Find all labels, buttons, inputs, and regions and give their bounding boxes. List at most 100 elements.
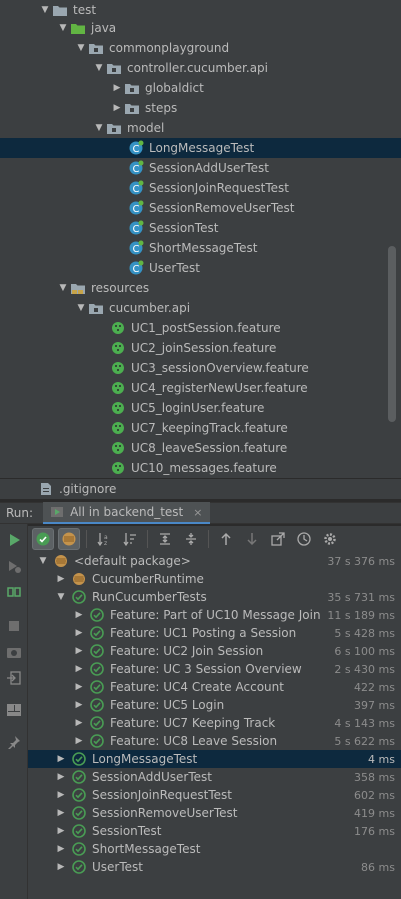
expand-all-icon[interactable] xyxy=(154,528,176,550)
history-icon[interactable] xyxy=(293,528,315,550)
chevron-right-icon[interactable]: ▶ xyxy=(54,826,68,836)
chevron-down-icon[interactable]: ▼ xyxy=(74,303,88,313)
rerun-icon[interactable] xyxy=(4,530,24,550)
test-result-row[interactable]: ▶ Feature: UC1 Posting a Session 5 s 428 m… xyxy=(28,624,401,642)
show-passed-icon[interactable] xyxy=(32,528,54,550)
test-result-row[interactable]: ▶ CucumberRuntime xyxy=(28,570,401,588)
tree-item-shortmessagetest[interactable]: C ShortMessageTest xyxy=(0,238,401,258)
tree-item-usertest[interactable]: C UserTest xyxy=(0,258,401,278)
tree-item-feature-file[interactable]: UC3_sessionOverview.feature xyxy=(0,358,401,378)
chevron-right-icon[interactable]: ▶ xyxy=(54,790,68,800)
package-folder-icon xyxy=(106,120,122,136)
chevron-right-icon[interactable]: ▶ xyxy=(54,772,68,782)
tree-item-feature-file[interactable]: UC2_joinSession.feature xyxy=(0,338,401,358)
test-result-row[interactable]: ▶ UserTest 86 ms xyxy=(28,858,401,876)
test-result-row[interactable]: ▶ Feature: UC2 Join Session 6 s 100 ms xyxy=(28,642,401,660)
test-result-label: SessionTest xyxy=(92,824,162,838)
run-tab-all-in-backend-test[interactable]: All in backend_test × xyxy=(43,502,211,524)
tree-item-longmessagetest[interactable]: C LongMessageTest xyxy=(0,138,401,158)
cucumber-icon xyxy=(110,340,126,356)
import-tests-icon[interactable] xyxy=(4,668,24,688)
chevron-right-icon[interactable]: ▶ xyxy=(72,646,86,656)
previous-failed-icon[interactable] xyxy=(215,528,237,550)
chevron-down-icon[interactable]: ▼ xyxy=(92,123,106,133)
chevron-right-icon[interactable]: ▶ xyxy=(54,862,68,872)
chevron-down-icon[interactable]: ▼ xyxy=(56,283,70,293)
tree-item-feature-file[interactable]: UC7_keepingTrack.feature xyxy=(0,418,401,438)
test-result-row[interactable]: ▶ ShortMessageTest xyxy=(28,840,401,858)
test-result-row[interactable]: ▶ Feature: UC8 Leave Session 5 s 622 ms xyxy=(28,732,401,750)
cucumber-icon xyxy=(110,440,126,456)
tree-item-commonplayground[interactable]: ▼ commonplayground xyxy=(0,38,401,58)
toggle-auto-test-icon[interactable] xyxy=(4,582,24,602)
show-ignored-icon[interactable] xyxy=(58,528,80,550)
tree-item-model[interactable]: ▼ model xyxy=(0,118,401,138)
tree-item-test[interactable]: ▼ test xyxy=(0,0,401,20)
chevron-right-icon[interactable]: ▶ xyxy=(72,718,86,728)
tree-item-gitignore[interactable]: .gitignore xyxy=(0,479,401,499)
tree-item-globaldict[interactable]: ▶ globaldict xyxy=(0,78,401,98)
package-folder-icon xyxy=(88,300,104,316)
sort-by-duration-icon[interactable] xyxy=(119,528,141,550)
collapse-all-icon[interactable] xyxy=(180,528,202,550)
stop-icon[interactable] xyxy=(4,616,24,636)
chevron-right-icon[interactable]: ▶ xyxy=(72,700,86,710)
test-result-label: Feature: UC1 Posting a Session xyxy=(110,626,297,640)
tree-item-feature-file[interactable]: UC5_loginUser.feature xyxy=(0,398,401,418)
tree-item-feature-file[interactable]: UC8_leaveSession.feature xyxy=(0,438,401,458)
test-result-row[interactable]: ▶ Feature: UC 3 Session Overview 2 s 430 m… xyxy=(28,660,401,678)
test-result-row[interactable]: ▶ Feature: UC5 Login 397 ms xyxy=(28,696,401,714)
test-result-row[interactable]: ▼ <default package> 37 s 376 ms xyxy=(28,552,401,570)
tree-item-feature-file[interactable]: UC10_messages.feature xyxy=(0,458,401,478)
chevron-right-icon[interactable]: ▶ xyxy=(72,736,86,746)
close-icon[interactable]: × xyxy=(193,506,202,519)
test-result-row[interactable]: ▶ Feature: UC4 Create Account 422 ms xyxy=(28,678,401,696)
tree-item-resources[interactable]: ▼ resources xyxy=(0,278,401,298)
tree-item-feature-file[interactable]: UC1_postSession.feature xyxy=(0,318,401,338)
next-failed-icon[interactable] xyxy=(241,528,263,550)
chevron-right-icon[interactable]: ▶ xyxy=(72,610,86,620)
chevron-right-icon[interactable]: ▶ xyxy=(54,574,68,584)
chevron-right-icon[interactable]: ▶ xyxy=(54,808,68,818)
test-result-row[interactable]: ▶ LongMessageTest 4 ms xyxy=(28,750,401,768)
test-result-row[interactable]: ▶ SessionRemoveUserTest 419 ms xyxy=(28,804,401,822)
chevron-down-icon[interactable]: ▼ xyxy=(92,63,106,73)
tree-item-steps[interactable]: ▶ steps xyxy=(0,98,401,118)
scrollbar-thumb[interactable] xyxy=(388,246,396,422)
chevron-down-icon[interactable]: ▼ xyxy=(38,5,52,15)
tree-item-cucumber-api[interactable]: ▼ cucumber.api xyxy=(0,298,401,318)
tree-item-sessionaddusertest[interactable]: C SessionAddUserTest xyxy=(0,158,401,178)
chevron-right-icon[interactable]: ▶ xyxy=(72,628,86,638)
package-folder-icon xyxy=(88,40,104,56)
export-results-icon[interactable] xyxy=(267,528,289,550)
camera-icon[interactable] xyxy=(4,642,24,662)
chevron-right-icon[interactable]: ▶ xyxy=(72,682,86,692)
chevron-down-icon[interactable]: ▼ xyxy=(74,43,88,53)
test-result-row[interactable]: ▼ RunCucumberTests 35 s 731 ms xyxy=(28,588,401,606)
chevron-right-icon[interactable]: ▶ xyxy=(54,754,68,764)
chevron-right-icon[interactable]: ▶ xyxy=(54,844,68,854)
test-result-row[interactable]: ▶ Feature: Part of UC10 Message Join 11 s … xyxy=(28,606,401,624)
test-result-row[interactable]: ▶ SessionAddUserTest 358 ms xyxy=(28,768,401,786)
settings-gear-icon[interactable] xyxy=(319,528,341,550)
tree-item-feature-file[interactable]: UC4_registerNewUser.feature xyxy=(0,378,401,398)
chevron-right-icon[interactable]: ▶ xyxy=(110,83,124,93)
tree-item-controller-cucumber-api[interactable]: ▼ controller.cucumber.api xyxy=(0,58,401,78)
pin-icon[interactable] xyxy=(4,732,24,752)
chevron-down-icon[interactable]: ▼ xyxy=(36,556,50,566)
chevron-right-icon[interactable]: ▶ xyxy=(72,664,86,674)
test-result-row[interactable]: ▶ SessionJoinRequestTest 602 ms xyxy=(28,786,401,804)
tree-item-sessionjoinrequesttest[interactable]: C SessionJoinRequestTest xyxy=(0,178,401,198)
tree-item-sessionremoveusertest[interactable]: C SessionRemoveUserTest xyxy=(0,198,401,218)
rerun-failed-icon[interactable] xyxy=(4,556,24,576)
sort-alphabetically-icon[interactable]: az xyxy=(93,528,115,550)
layout-icon[interactable] xyxy=(4,700,24,720)
chevron-down-icon[interactable]: ▼ xyxy=(56,23,70,33)
test-result-row[interactable]: ▶ SessionTest 176 ms xyxy=(28,822,401,840)
tree-item-java[interactable]: ▼ java xyxy=(0,18,401,38)
chevron-down-icon[interactable]: ▼ xyxy=(54,592,68,602)
passed-icon xyxy=(72,860,86,874)
test-result-row[interactable]: ▶ Feature: UC7 Keeping Track 4 s 143 ms xyxy=(28,714,401,732)
chevron-right-icon[interactable]: ▶ xyxy=(110,103,124,113)
tree-item-sessiontest[interactable]: C SessionTest xyxy=(0,218,401,238)
